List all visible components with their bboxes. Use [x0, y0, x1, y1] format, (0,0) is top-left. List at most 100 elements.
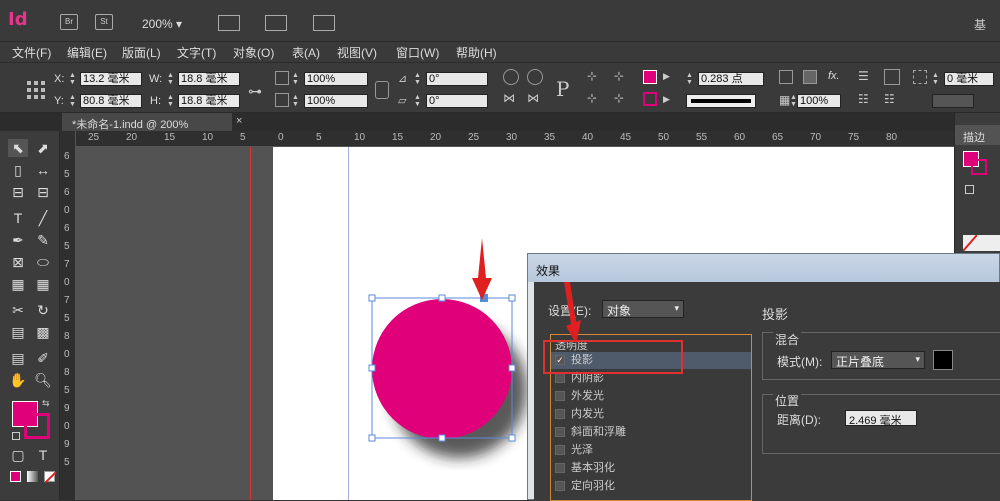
- content-placer-icon[interactable]: ⊟: [33, 183, 53, 201]
- effects-fx-button[interactable]: fx.: [828, 70, 840, 82]
- menu-table[interactable]: 表(A): [292, 44, 320, 61]
- select-content-icon[interactable]: ⊹: [587, 91, 603, 107]
- distribute-icon[interactable]: ☷: [884, 92, 900, 108]
- stroke-color-swatch[interactable]: [643, 92, 657, 106]
- stroke-weight-spinner[interactable]: ▲ ▼: [686, 72, 695, 86]
- checkbox[interactable]: [555, 463, 565, 473]
- flip-vertical-icon[interactable]: ⋈: [527, 91, 543, 107]
- frame-fitting-icon[interactable]: [884, 69, 900, 85]
- scale-y-spinner[interactable]: ▲ ▼: [292, 94, 301, 108]
- type-tool-icon[interactable]: T: [8, 209, 28, 227]
- checkbox[interactable]: [555, 445, 565, 455]
- list-item-directional-feather[interactable]: 定向羽化: [551, 478, 751, 495]
- checkbox[interactable]: [555, 391, 565, 401]
- panel-stroke-swatch[interactable]: [971, 159, 987, 175]
- page-tool-icon[interactable]: ▯: [8, 161, 28, 179]
- w-spinner[interactable]: ▲ ▼: [167, 72, 176, 86]
- path-type-icon[interactable]: P: [556, 77, 569, 101]
- corner-options-icon[interactable]: [913, 70, 927, 84]
- stroke-weight-field[interactable]: 0.283 点: [698, 72, 764, 86]
- menu-file[interactable]: 文件(F): [12, 44, 51, 61]
- drop-shadow-toggle-icon[interactable]: [779, 70, 793, 84]
- menu-window[interactable]: 窗口(W): [396, 44, 439, 61]
- effects-shadow-icon[interactable]: [803, 70, 817, 84]
- y-spinner[interactable]: ▲ ▼: [69, 94, 78, 108]
- menu-edit[interactable]: 编辑(E): [67, 44, 107, 61]
- blend-mode-dropdown[interactable]: 正片叠底 ▾: [831, 351, 925, 369]
- apply-color-icon[interactable]: [10, 471, 21, 482]
- gap-tool-icon[interactable]: ↔: [33, 161, 53, 179]
- x-spinner[interactable]: ▲ ▼: [69, 72, 78, 86]
- list-item-outer-glow[interactable]: 外发光: [551, 388, 751, 405]
- shadow-color-swatch[interactable]: [933, 350, 953, 370]
- h-field[interactable]: 18.8 毫米: [178, 94, 240, 108]
- formatting-text-icon[interactable]: T: [33, 446, 53, 464]
- horizontal-grid-icon[interactable]: ▦: [8, 275, 28, 293]
- checkbox[interactable]: [555, 409, 565, 419]
- corner-spinner[interactable]: ▲ ▼: [932, 72, 941, 86]
- constrain-proportions-icon[interactable]: ⊶: [248, 83, 264, 99]
- stroke-swatch-large[interactable]: [24, 413, 50, 439]
- ellipse-tool-icon[interactable]: ⬭: [33, 253, 53, 271]
- shear-spinner[interactable]: ▲ ▼: [414, 94, 423, 108]
- menu-object[interactable]: 对象(O): [233, 44, 274, 61]
- list-item-inner-glow[interactable]: 内发光: [551, 406, 751, 423]
- arrange-documents-icon[interactable]: [313, 15, 335, 31]
- hand-tool-icon[interactable]: ✋: [8, 371, 28, 389]
- gradient-feather-tool-icon[interactable]: ▩: [33, 323, 53, 341]
- zoom-tool-icon[interactable]: 🔍︎: [33, 371, 53, 389]
- bridge-button[interactable]: Br: [60, 14, 78, 30]
- select-container-icon[interactable]: ⊹: [587, 69, 603, 85]
- rotate-field[interactable]: 0°: [426, 72, 488, 86]
- menu-layout[interactable]: 版面(L): [122, 44, 161, 61]
- menu-type[interactable]: 文字(T): [177, 44, 216, 61]
- default-colors-icon[interactable]: [12, 432, 20, 440]
- menu-help[interactable]: 帮助(H): [456, 44, 497, 61]
- selection-tool-icon[interactable]: ⬉: [8, 139, 28, 157]
- fill-color-swatch[interactable]: [643, 70, 657, 84]
- rotate-spinner[interactable]: ▲ ▼: [414, 72, 423, 86]
- menu-view[interactable]: 视图(V): [337, 44, 377, 61]
- apply-gradient-icon[interactable]: [27, 471, 38, 482]
- list-item-bevel[interactable]: 斜面和浮雕: [551, 424, 751, 441]
- fill-dropdown-arrow[interactable]: ▶: [663, 71, 670, 82]
- align-icon[interactable]: ☷: [858, 92, 874, 108]
- scale-y-field[interactable]: 100%: [304, 94, 368, 108]
- vertical-grid-icon[interactable]: ▦: [33, 275, 53, 293]
- w-field[interactable]: 18.8 毫米: [178, 72, 240, 86]
- flip-horizontal-icon[interactable]: ⋈: [503, 91, 519, 107]
- stroke-type-dropdown[interactable]: [686, 94, 756, 108]
- tab-close-icon[interactable]: ×: [236, 115, 242, 127]
- list-item-satin[interactable]: 光泽: [551, 442, 751, 459]
- zoom-level-dropdown[interactable]: 200% ▾: [142, 17, 182, 31]
- stroke-dropdown-arrow[interactable]: ▶: [663, 94, 670, 105]
- panel-container-icon[interactable]: [965, 185, 974, 194]
- shear-field[interactable]: 0°: [426, 94, 488, 108]
- rotate-cw-icon[interactable]: [503, 69, 519, 85]
- free-transform-tool-icon[interactable]: ↻: [33, 301, 53, 319]
- scale-x-spinner[interactable]: ▲ ▼: [292, 72, 301, 86]
- direct-selection-tool-icon[interactable]: ⬈: [33, 139, 53, 157]
- line-tool-icon[interactable]: ╱: [33, 209, 53, 227]
- select-previous-icon[interactable]: ⊹: [614, 69, 630, 85]
- view-options-icon[interactable]: [218, 15, 240, 31]
- eyedropper-tool-icon[interactable]: ✐: [33, 349, 53, 367]
- opacity-field[interactable]: 100%: [797, 94, 841, 108]
- corner-shape-dropdown[interactable]: [932, 94, 974, 108]
- corner-size-field[interactable]: 0 毫米: [944, 72, 994, 86]
- tab-document[interactable]: *未命名-1.indd @ 200%: [62, 113, 232, 131]
- checkbox[interactable]: [555, 481, 565, 491]
- gradient-swatch-tool-icon[interactable]: ▤: [8, 323, 28, 341]
- reference-point-icon[interactable]: [26, 80, 45, 99]
- swap-colors-icon[interactable]: ⇆: [42, 398, 50, 409]
- select-next-icon[interactable]: ⊹: [614, 91, 630, 107]
- content-collector-icon[interactable]: ⊟: [8, 183, 28, 201]
- y-field[interactable]: 80.8 毫米: [80, 94, 142, 108]
- panel-none-swatch[interactable]: [962, 234, 1000, 252]
- settings-dropdown[interactable]: 对象 ▾: [602, 300, 684, 318]
- rotate-ccw-icon[interactable]: [527, 69, 543, 85]
- constrain-scale-icon[interactable]: [375, 81, 389, 99]
- x-field[interactable]: 13.2 毫米: [80, 72, 142, 86]
- rectangle-frame-tool-icon[interactable]: ⊠: [8, 253, 28, 271]
- formatting-container-icon[interactable]: ▢: [8, 446, 28, 464]
